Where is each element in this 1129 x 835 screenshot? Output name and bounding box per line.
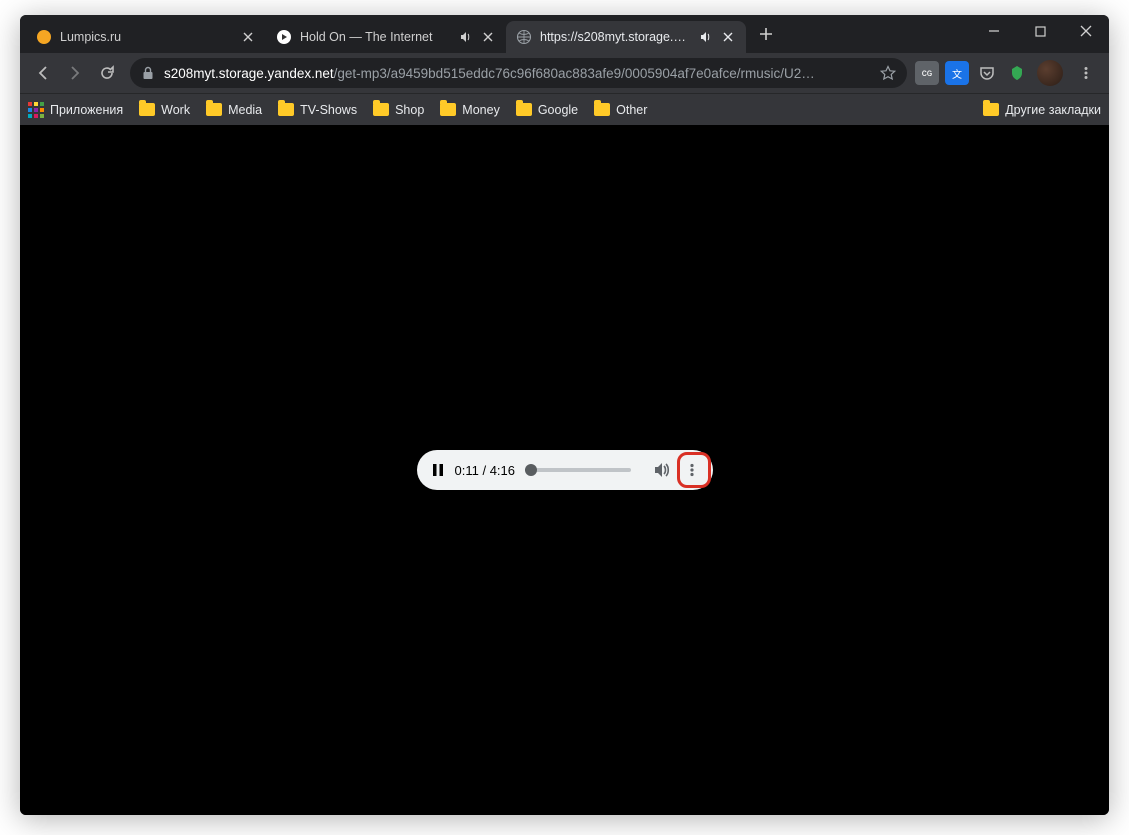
maximize-button[interactable] bbox=[1017, 15, 1063, 47]
folder-icon bbox=[373, 103, 389, 116]
audio-playing-icon[interactable] bbox=[458, 29, 474, 45]
browser-window: Lumpics.ru Hold On — The Internet https:… bbox=[20, 15, 1109, 815]
folder-icon bbox=[594, 103, 610, 116]
window-controls bbox=[971, 15, 1109, 53]
bookmark-label: Google bbox=[538, 103, 578, 117]
bookmarks-bar: Приложения Work Media TV-Shows Shop Mone… bbox=[20, 93, 1109, 125]
folder-icon bbox=[139, 103, 155, 116]
audio-player: 0:11 / 4:16 bbox=[417, 450, 713, 490]
favicon-play bbox=[276, 29, 292, 45]
extension-1-icon[interactable]: ᴄɢ bbox=[915, 61, 939, 85]
tab-holdon[interactable]: Hold On — The Internet bbox=[266, 21, 506, 53]
toolbar: s208myt.storage.yandex.net/get-mp3/a9459… bbox=[20, 53, 1109, 93]
bookmark-label: Other bbox=[616, 103, 647, 117]
url-text: s208myt.storage.yandex.net/get-mp3/a9459… bbox=[164, 66, 873, 81]
apps-label: Приложения bbox=[50, 103, 123, 117]
back-button[interactable] bbox=[28, 58, 58, 88]
lock-icon bbox=[140, 65, 156, 81]
profile-avatar[interactable] bbox=[1037, 60, 1063, 86]
extension-translate-icon[interactable]: 文 bbox=[945, 61, 969, 85]
tab-lumpics[interactable]: Lumpics.ru bbox=[26, 21, 266, 53]
other-bookmarks-button[interactable]: Другие закладки bbox=[983, 103, 1101, 117]
player-time: 0:11 / 4:16 bbox=[455, 463, 516, 478]
bookmark-label: TV-Shows bbox=[300, 103, 357, 117]
new-tab-button[interactable] bbox=[752, 20, 780, 48]
bookmark-label: Shop bbox=[395, 103, 424, 117]
bookmark-folder-money[interactable]: Money bbox=[440, 103, 500, 117]
bookmark-folder-google[interactable]: Google bbox=[516, 103, 578, 117]
tab-strip: Lumpics.ru Hold On — The Internet https:… bbox=[20, 15, 1109, 53]
tab-title: https://s208myt.storage.yanc bbox=[540, 30, 692, 44]
close-tab-icon[interactable] bbox=[480, 29, 496, 45]
folder-icon bbox=[278, 103, 294, 116]
extensions-row: ᴄɢ 文 bbox=[915, 61, 1029, 85]
bookmark-label: Work bbox=[161, 103, 190, 117]
favicon-globe bbox=[516, 29, 532, 45]
url-path: /get-mp3/a9459bd515eddc76c96f680ac883afe… bbox=[334, 66, 815, 81]
close-window-button[interactable] bbox=[1063, 15, 1109, 47]
seek-slider[interactable] bbox=[525, 468, 631, 472]
favicon-lumpics bbox=[36, 29, 52, 45]
player-menu-button[interactable] bbox=[677, 455, 707, 485]
folder-icon bbox=[983, 103, 999, 116]
close-tab-icon[interactable] bbox=[720, 29, 736, 45]
bookmark-folder-media[interactable]: Media bbox=[206, 103, 262, 117]
audio-playing-icon[interactable] bbox=[698, 29, 714, 45]
tab-storage[interactable]: https://s208myt.storage.yanc bbox=[506, 21, 746, 53]
folder-icon bbox=[440, 103, 456, 116]
page-content: 0:11 / 4:16 bbox=[20, 125, 1109, 815]
bookmark-folder-tvshows[interactable]: TV-Shows bbox=[278, 103, 357, 117]
folder-icon bbox=[516, 103, 532, 116]
bookmark-folder-work[interactable]: Work bbox=[139, 103, 190, 117]
folder-icon bbox=[206, 103, 222, 116]
apps-grid-icon bbox=[28, 102, 44, 118]
minimize-button[interactable] bbox=[971, 15, 1017, 47]
bookmark-label: Money bbox=[462, 103, 500, 117]
forward-button[interactable] bbox=[60, 58, 90, 88]
volume-button[interactable] bbox=[647, 455, 677, 485]
bookmark-folder-shop[interactable]: Shop bbox=[373, 103, 424, 117]
tab-title: Hold On — The Internet bbox=[300, 30, 452, 44]
reload-button[interactable] bbox=[92, 58, 122, 88]
extension-green-icon[interactable] bbox=[1005, 61, 1029, 85]
bookmark-label: Media bbox=[228, 103, 262, 117]
apps-button[interactable]: Приложения bbox=[28, 102, 123, 118]
browser-menu-button[interactable] bbox=[1071, 58, 1101, 88]
current-time: 0:11 bbox=[455, 463, 479, 478]
url-host: s208myt.storage.yandex.net bbox=[164, 66, 334, 81]
address-bar[interactable]: s208myt.storage.yandex.net/get-mp3/a9459… bbox=[130, 58, 907, 88]
pause-button[interactable] bbox=[423, 455, 453, 485]
bookmark-folder-other[interactable]: Other bbox=[594, 103, 647, 117]
duration: 4:16 bbox=[490, 463, 515, 478]
bookmark-star-icon[interactable] bbox=[879, 64, 897, 82]
tab-title: Lumpics.ru bbox=[60, 30, 234, 44]
seek-thumb[interactable] bbox=[525, 464, 537, 476]
close-tab-icon[interactable] bbox=[240, 29, 256, 45]
extension-pocket-icon[interactable] bbox=[975, 61, 999, 85]
other-bookmarks-label: Другие закладки bbox=[1005, 103, 1101, 117]
